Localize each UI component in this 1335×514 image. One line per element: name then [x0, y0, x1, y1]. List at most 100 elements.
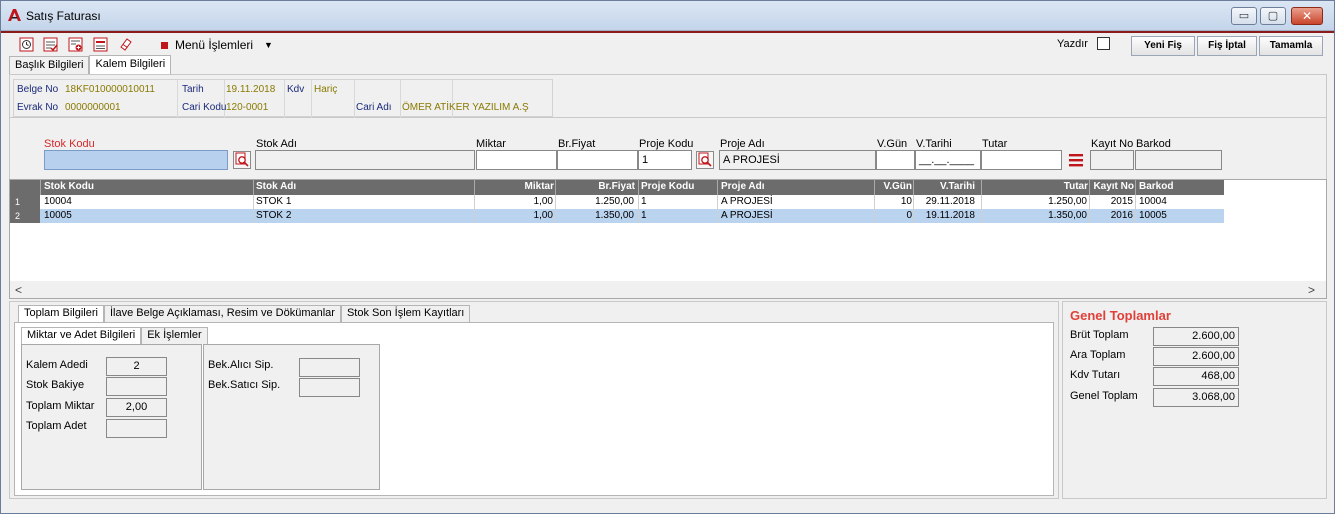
minimize-button[interactable]: ▭: [1231, 7, 1257, 25]
cell-proje-adi[interactable]: A PROJESİ: [721, 210, 773, 221]
cell-stok-adi[interactable]: STOK 2: [256, 210, 291, 221]
cari-kodu-value[interactable]: 120-0001: [226, 102, 268, 113]
divider: [913, 209, 914, 223]
table-row[interactable]: 1 10004 STOK 1 1,00 1.250,00 1 A PROJESİ…: [10, 195, 1224, 209]
kdv-value[interactable]: Hariç: [314, 84, 337, 95]
cell-barkod[interactable]: 10004: [1139, 196, 1167, 207]
tab-total-info[interactable]: Toplam Bilgileri: [18, 305, 104, 322]
menu-operations-button[interactable]: Menü İşlemleri ▼: [161, 38, 273, 52]
cell-proje-adi[interactable]: A PROJESİ: [721, 196, 773, 207]
cell-stok-kodu[interactable]: 10005: [44, 210, 72, 221]
checklist-icon[interactable]: [43, 37, 58, 52]
row-number[interactable]: 2: [10, 209, 40, 223]
main-tabs: Başlık Bilgileri Kalem Bilgileri: [9, 55, 172, 74]
scroll-track[interactable]: [28, 284, 1304, 295]
cell-tutar[interactable]: 1.350,00: [983, 210, 1087, 221]
list-document-icon[interactable]: [93, 37, 108, 52]
print-checkbox[interactable]: [1097, 37, 1110, 50]
menu-list-icon[interactable]: [1066, 151, 1086, 169]
v-tarihi-input[interactable]: __.__.____: [915, 150, 981, 170]
new-receipt-button[interactable]: Yeni Fiş: [1131, 36, 1195, 56]
menu-square-icon: [161, 41, 168, 49]
cell-kayit-no[interactable]: 2015: [1091, 196, 1133, 207]
cell-proje-kodu[interactable]: 1: [641, 196, 647, 207]
cell-tutar[interactable]: 1.250,00: [983, 196, 1087, 207]
divider: [717, 195, 718, 209]
tab-quantity-info[interactable]: Miktar ve Adet Bilgileri: [21, 327, 142, 344]
cell-v-tarihi[interactable]: 29.11.2018: [915, 196, 975, 207]
proje-kodu-lookup-button[interactable]: [696, 151, 714, 169]
column-header[interactable]: Br.Fiyat: [557, 181, 635, 192]
cari-adi-value[interactable]: ÖMER ATİKER YAZILIM A.Ş: [402, 102, 529, 113]
stok-kodu-lookup-button[interactable]: [233, 151, 251, 169]
stok-kodu-input[interactable]: [44, 150, 228, 170]
cell-stok-adi[interactable]: STOK 1: [256, 196, 291, 207]
cell-kayit-no[interactable]: 2016: [1091, 210, 1133, 221]
proje-adi-label: Proje Adı: [720, 138, 765, 150]
horizontal-scrollbar[interactable]: < >: [10, 281, 1326, 298]
cell-barkod[interactable]: 10005: [1139, 210, 1167, 221]
miktar-input[interactable]: [476, 150, 557, 170]
scroll-right-icon[interactable]: >: [1308, 283, 1315, 297]
cell-v-gun[interactable]: 0: [876, 210, 912, 221]
divider: [253, 195, 254, 209]
cell-miktar[interactable]: 1,00: [476, 210, 553, 221]
column-header[interactable]: V.Gün: [876, 181, 912, 192]
tab-header-info[interactable]: Başlık Bilgileri: [9, 56, 90, 74]
cell-proje-kodu[interactable]: 1: [641, 210, 647, 221]
tab-extra-operations[interactable]: Ek İşlemler: [141, 327, 208, 344]
print-label: Yazdır: [1057, 38, 1088, 50]
tarih-value[interactable]: 19.11.2018: [226, 84, 275, 95]
proje-adi-input[interactable]: A PROJESİ: [719, 150, 876, 170]
v-tarihi-label: V.Tarihi: [916, 138, 952, 150]
br-fiyat-input[interactable]: [557, 150, 638, 170]
column-header[interactable]: Tutar: [983, 181, 1088, 192]
cancel-receipt-button[interactable]: Fiş İptal: [1197, 36, 1257, 56]
column-header[interactable]: Miktar: [476, 181, 554, 192]
belge-no-value[interactable]: 18KF010000010011: [65, 84, 155, 95]
tab-attachments[interactable]: İlave Belge Açıklaması, Resim ve Döküman…: [103, 305, 341, 322]
clock-icon[interactable]: [19, 37, 34, 52]
column-header[interactable]: V.Tarihi: [915, 181, 975, 192]
stok-bakiye-label: Stok Bakiye: [26, 379, 85, 391]
maximize-button[interactable]: ▢: [1260, 7, 1286, 25]
v-gun-input[interactable]: [876, 150, 915, 170]
add-document-icon[interactable]: [68, 37, 83, 52]
complete-button[interactable]: Tamamla: [1259, 36, 1323, 56]
close-button[interactable]: ✕: [1291, 7, 1323, 25]
eraser-icon[interactable]: [118, 37, 133, 52]
cell-v-gun[interactable]: 10: [876, 196, 912, 207]
bottom-info-panel: Toplam Bilgileri İlave Belge Açıklaması,…: [9, 301, 1059, 499]
cell-br-fiyat[interactable]: 1.250,00: [557, 196, 634, 207]
proje-kodu-input[interactable]: 1: [638, 150, 692, 170]
stok-adi-input[interactable]: [255, 150, 475, 170]
tutar-input[interactable]: [981, 150, 1062, 170]
cell-miktar[interactable]: 1,00: [476, 196, 553, 207]
column-header[interactable]: Stok Adı: [256, 181, 296, 192]
scroll-left-icon[interactable]: <: [15, 283, 22, 297]
column-header[interactable]: Proje Adı: [721, 181, 765, 192]
sales-invoice-window: Satış Faturası ▭ ▢ ✕ Menü İşlemleri ▼ Ya…: [0, 0, 1335, 514]
divider: [555, 195, 556, 209]
close-icon: ✕: [1301, 9, 1313, 23]
cell-v-tarihi[interactable]: 19.11.2018: [915, 210, 975, 221]
table-row-selected[interactable]: 2 10005 STOK 2 1,00 1.350,00 1 A PROJESİ…: [10, 209, 1224, 223]
cell-stok-kodu[interactable]: 10004: [44, 196, 72, 207]
totals-tab-content: Miktar ve Adet Bilgileri Ek İşlemler Kal…: [14, 322, 1054, 496]
tutar-label: Tutar: [982, 138, 1008, 150]
evrak-no-value[interactable]: 0000000001: [65, 102, 121, 113]
row-number[interactable]: 1: [10, 195, 40, 209]
bek-satici-value: [299, 378, 360, 397]
tab-stock-history[interactable]: Stok Son İşlem Kayıtları: [340, 305, 471, 322]
column-header[interactable]: Barkod: [1139, 181, 1173, 192]
column-header[interactable]: Stok Kodu: [44, 181, 94, 192]
divider: [555, 209, 556, 223]
genel-toplam-label: Genel Toplam: [1070, 390, 1138, 402]
menu-operations-label: Menü İşlemleri: [175, 38, 254, 52]
column-header[interactable]: Proje Kodu: [641, 181, 694, 192]
column-header[interactable]: Kayıt No: [1091, 181, 1134, 192]
cell-br-fiyat[interactable]: 1.350,00: [557, 210, 634, 221]
kayit-no-input[interactable]: [1090, 150, 1134, 170]
tab-item-info[interactable]: Kalem Bilgileri: [89, 55, 172, 74]
barkod-input[interactable]: [1135, 150, 1222, 170]
